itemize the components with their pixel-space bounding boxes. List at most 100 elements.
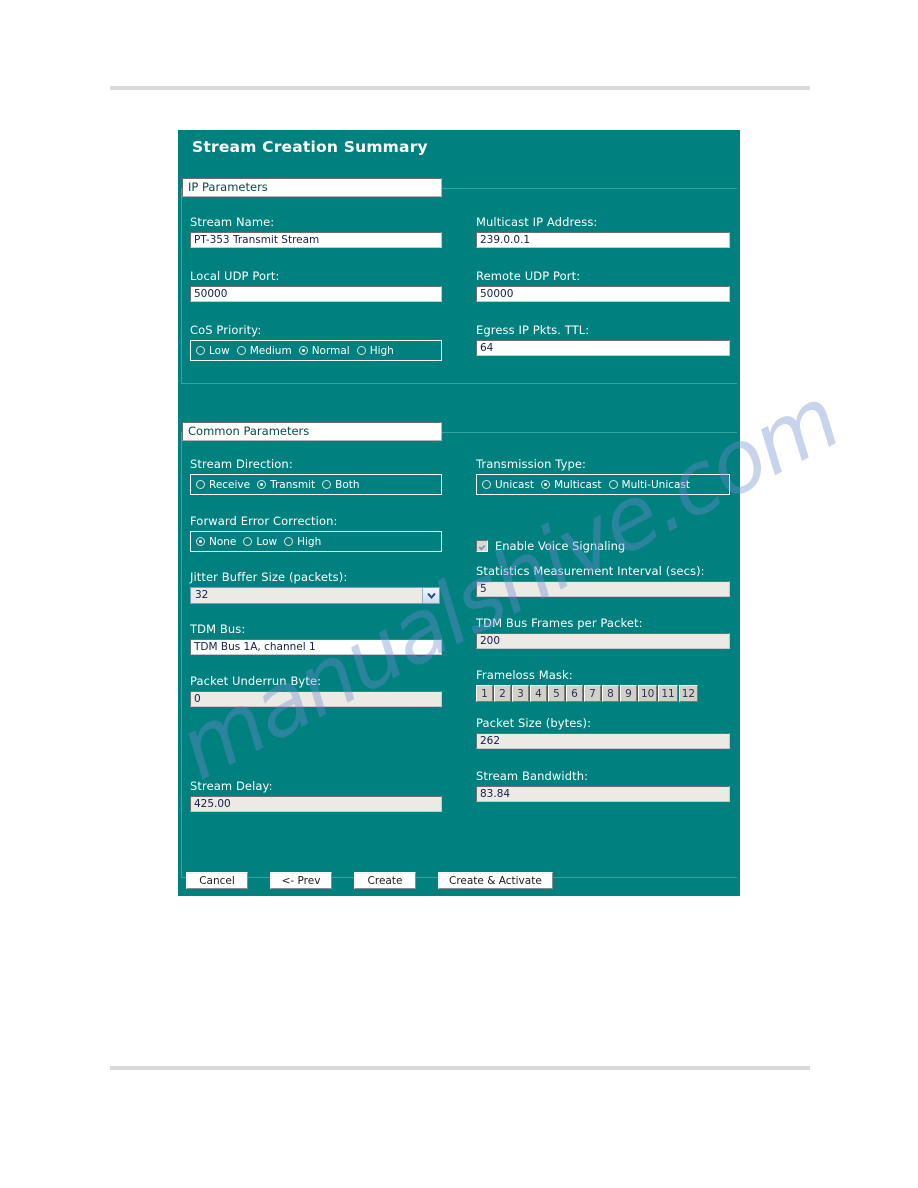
radio-option[interactable]: None <box>196 536 236 548</box>
radio-button-icon[interactable] <box>284 537 294 546</box>
dialog-title: Stream Creation Summary <box>192 138 428 156</box>
stream-bandwidth-input[interactable]: 83.84 <box>476 786 730 802</box>
radio-option[interactable]: Normal <box>298 345 350 357</box>
packet-size-field-group: Packet Size (bytes): 262 <box>476 716 732 749</box>
transmission-type-field-group: Transmission Type: Unicast Multicast Multi… <box>476 457 732 495</box>
jitter-buffer-selected-value: 32 <box>195 589 209 601</box>
fec-radio-group[interactable]: None Low High <box>190 531 442 552</box>
enable-voice-signaling-checkbox-row[interactable]: Enable Voice Signaling <box>476 539 732 553</box>
create-button[interactable]: Create <box>354 872 416 889</box>
stream-name-input[interactable]: PT-353 Transmit Stream <box>190 232 442 248</box>
frameloss-mask-cell[interactable]: 10 <box>638 685 658 702</box>
tdm-bus-input[interactable]: TDM Bus 1A, channel 1 <box>190 639 442 655</box>
frameloss-mask-cell[interactable]: 1 <box>476 685 493 702</box>
checkbox-icon[interactable] <box>476 540 488 552</box>
tdm-bus-label: TDM Bus: <box>190 622 246 636</box>
radio-option[interactable]: High <box>284 536 321 548</box>
prev-button[interactable]: <- Prev <box>270 872 332 889</box>
frameloss-mask-cell[interactable]: 3 <box>512 685 529 702</box>
tdm-bus-field-group: TDM Bus: TDM Bus 1A, channel 1 <box>190 622 448 655</box>
voice-signaling-group: Enable Voice Signaling <box>476 539 732 553</box>
radio-option-label: Receive <box>209 478 251 491</box>
radio-option[interactable]: Receive <box>196 479 250 491</box>
local-udp-port-label: Local UDP Port: <box>190 269 280 283</box>
frameloss-mask-cell[interactable]: 6 <box>566 685 583 702</box>
underrun-byte-input[interactable]: 0 <box>190 691 442 707</box>
radio-button-icon[interactable] <box>243 537 253 546</box>
radio-option-label: Transmit <box>270 478 316 491</box>
radio-button-icon[interactable] <box>608 480 618 489</box>
ip-parameters-legend: IP Parameters <box>182 178 442 197</box>
radio-button-icon[interactable] <box>541 480 551 489</box>
radio-option[interactable]: Unicast <box>482 479 534 491</box>
radio-option[interactable]: High <box>356 344 394 357</box>
frameloss-mask-cell[interactable]: 8 <box>602 685 619 702</box>
radio-option-label: Low <box>209 344 230 357</box>
radio-button-icon[interactable] <box>356 346 366 355</box>
fec-label: Forward Error Correction: <box>190 514 338 528</box>
jitter-buffer-field-group: Jitter Buffer Size (packets): 32 <box>190 570 448 604</box>
radio-option-label: Medium <box>249 344 292 357</box>
stream-bandwidth-label: Stream Bandwidth: <box>476 769 589 783</box>
jitter-buffer-select[interactable]: 32 <box>190 587 440 604</box>
stream-creation-summary-dialog: Stream Creation Summary IP Parameters St… <box>178 130 740 896</box>
packet-size-input[interactable]: 262 <box>476 733 730 749</box>
radio-option[interactable]: Both <box>322 479 360 491</box>
multicast-ip-input[interactable]: 239.0.0.1 <box>476 232 730 248</box>
frameloss-mask-cell[interactable]: 9 <box>620 685 637 702</box>
stream-direction-radio-group[interactable]: Receive Transmit Both <box>190 474 442 495</box>
radio-option-label: High <box>369 344 394 357</box>
radio-option[interactable]: Multicast <box>541 479 602 491</box>
underrun-byte-field-group: Packet Underrun Byte: 0 <box>190 674 448 707</box>
radio-option[interactable]: Low <box>243 536 277 548</box>
remote-udp-port-input[interactable]: 50000 <box>476 286 730 302</box>
cos-priority-radio-group[interactable]: Low Medium Normal High <box>190 340 442 361</box>
transmission-type-radio-group[interactable]: Unicast Multicast Multi-Unicast <box>476 474 730 495</box>
radio-button-icon[interactable] <box>257 480 267 489</box>
stats-interval-input[interactable]: 5 <box>476 581 730 597</box>
radio-button-icon[interactable] <box>322 480 332 489</box>
packet-size-label: Packet Size (bytes): <box>476 716 592 730</box>
page-header-rule <box>110 86 810 90</box>
common-parameters-legend: Common Parameters <box>182 422 442 441</box>
tdm-frames-input[interactable]: 200 <box>476 633 730 649</box>
frameloss-mask-cell[interactable]: 11 <box>658 685 678 702</box>
frameloss-mask-cell[interactable]: 5 <box>548 685 565 702</box>
frameloss-mask-cell[interactable]: 2 <box>494 685 511 702</box>
radio-button-icon[interactable] <box>298 346 308 355</box>
radio-button-icon[interactable] <box>196 537 205 546</box>
cancel-button[interactable]: Cancel <box>186 872 248 889</box>
frameloss-mask-cell[interactable]: 4 <box>530 685 547 702</box>
cos-priority-label: CoS Priority: <box>190 323 262 337</box>
radio-button-icon[interactable] <box>196 480 205 489</box>
radio-button-icon[interactable] <box>482 480 491 489</box>
create-and-activate-button[interactable]: Create & Activate <box>438 872 553 889</box>
frameloss-mask-cell[interactable]: 7 <box>584 685 601 702</box>
radio-button-icon[interactable] <box>196 346 205 355</box>
stream-name-field-group: Stream Name: PT-353 Transmit Stream <box>190 215 448 248</box>
multicast-ip-field-group: Multicast IP Address: 239.0.0.1 <box>476 215 732 248</box>
local-udp-port-input[interactable]: 50000 <box>190 286 442 302</box>
stream-delay-input[interactable]: 425.00 <box>190 796 442 812</box>
stream-direction-label: Stream Direction: <box>190 457 293 471</box>
radio-option-label: High <box>297 535 322 548</box>
stream-delay-label: Stream Delay: <box>190 779 273 793</box>
radio-button-icon[interactable] <box>236 346 246 355</box>
tdm-frames-field-group: TDM Bus Frames per Packet: 200 <box>476 616 732 649</box>
frameloss-mask-strip[interactable]: 1 2 3 4 5 6 7 8 9 10 11 12 <box>476 685 732 702</box>
tdm-frames-label: TDM Bus Frames per Packet: <box>476 616 643 630</box>
radio-option[interactable]: Medium <box>236 344 292 357</box>
jitter-buffer-label: Jitter Buffer Size (packets): <box>190 570 348 584</box>
multicast-ip-label: Multicast IP Address: <box>476 215 598 229</box>
radio-option[interactable]: Transmit <box>257 479 315 491</box>
stream-delay-field-group: Stream Delay: 425.00 <box>190 779 448 812</box>
egress-ttl-input[interactable]: 64 <box>476 340 730 356</box>
common-parameters-fieldset: Common Parameters Stream Direction: Rece… <box>181 422 737 878</box>
radio-option[interactable]: Multi-Unicast <box>608 479 690 491</box>
enable-voice-signaling-label: Enable Voice Signaling <box>495 539 626 553</box>
transmission-type-label: Transmission Type: <box>476 457 587 471</box>
chevron-down-icon[interactable] <box>422 588 439 603</box>
radio-option-label: Low <box>256 535 278 548</box>
radio-option[interactable]: Low <box>196 345 230 357</box>
frameloss-mask-cell[interactable]: 12 <box>678 685 699 702</box>
